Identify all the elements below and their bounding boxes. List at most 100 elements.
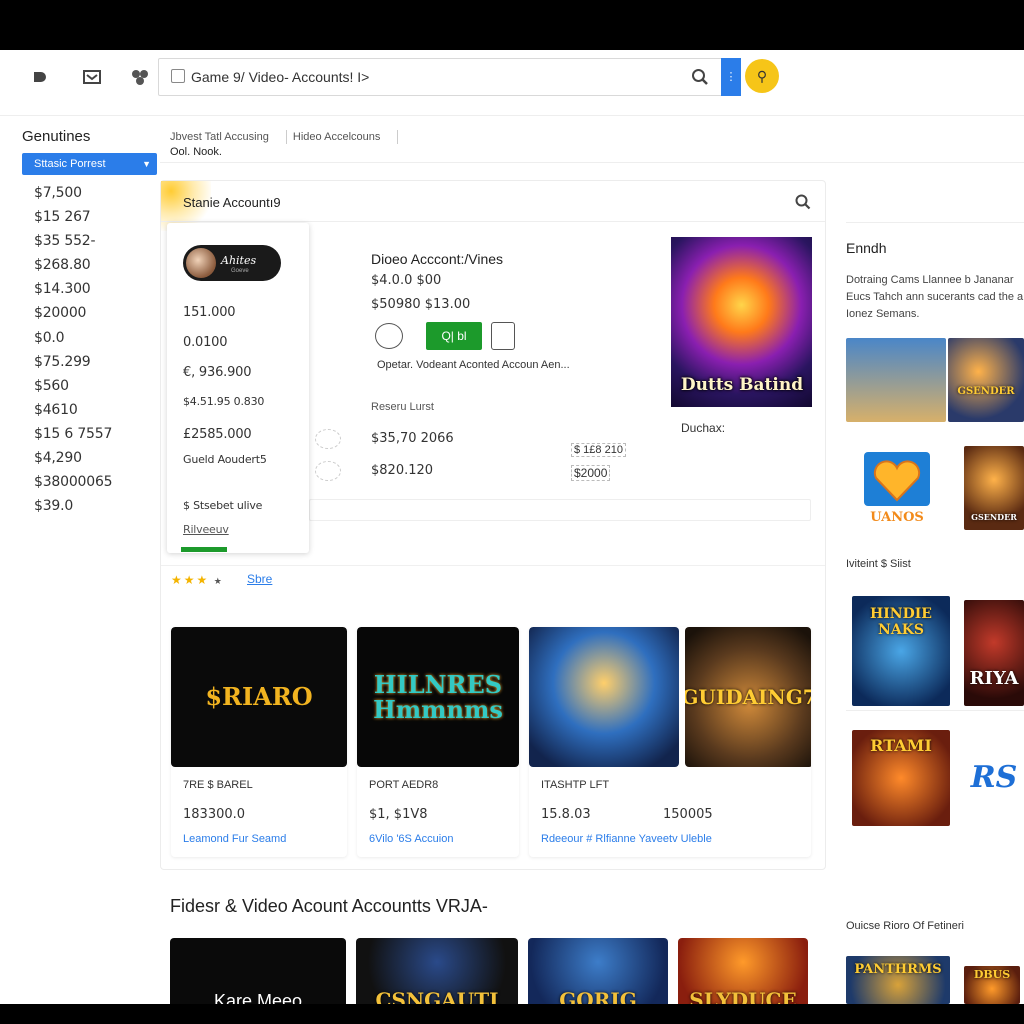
sidebar-price-item[interactable]: $15 6 7557 <box>34 422 162 446</box>
rail-thumbnail-title: GSENDER <box>971 512 1017 522</box>
panel-search-icon[interactable] <box>795 194 811 210</box>
hero-caption: Dutts Batind <box>680 375 804 395</box>
rating-stars: ★★★ ★ <box>171 573 224 587</box>
sidebar-price-item[interactable]: $75.299 <box>34 350 162 374</box>
sidebar-title: Genutines <box>22 128 91 145</box>
detail-value: $820.120 <box>371 463 434 478</box>
search-input[interactable] <box>191 63 691 91</box>
card-label: $ Stsebet ulive <box>183 499 263 512</box>
apps-icon[interactable] <box>130 68 150 88</box>
game-card-title: Kare Meeo <box>213 991 303 1004</box>
game-thumbnail <box>529 627 679 767</box>
sidebar-price-item[interactable]: $0.0 <box>34 326 162 350</box>
menu-icon[interactable]: ⋮ <box>721 58 741 96</box>
card-value: 0.0100 <box>183 335 228 350</box>
account-card[interactable]: Ahites Goeve 151.000 0.0100 €, 936.900 $… <box>167 223 309 553</box>
rail-thumbnail-title: RS <box>970 760 1018 795</box>
card-link[interactable]: Rilveeuv <box>183 523 229 536</box>
rail-description-line: Eucs Tahch ann sucerants cad the a <box>846 291 1024 303</box>
rail-thumbnail[interactable]: UANOS <box>860 450 934 530</box>
sidebar-price-item[interactable]: $39.0 <box>34 494 162 518</box>
rail-thumbnail-title: HINDIE NAKS <box>870 606 932 638</box>
search-bar[interactable]: ⋮ <box>158 58 741 96</box>
sidebar-price-item[interactable]: $4,290 <box>34 446 162 470</box>
game-card[interactable]: HILNRES Hmmnms PORT AEDR8 $1, $1V8 6Vilo… <box>357 627 519 857</box>
rail-thumbnail[interactable]: RS <box>964 750 1024 814</box>
search-icon[interactable] <box>691 68 709 86</box>
game-thumbnail-title: GUIDAING7 <box>685 684 811 709</box>
game-card-title: GORIG <box>559 988 637 1004</box>
detail-title: Dioeo Acccont:/Vines <box>371 251 504 267</box>
game-link[interactable]: Leamond Fur Seamd <box>183 833 286 845</box>
rail-thumbnail[interactable]: DBUS <box>964 966 1020 1004</box>
game-thumbnail: $RIARO <box>171 627 347 767</box>
detail-side-label: Duchax: <box>681 421 726 435</box>
game-card[interactable]: Kare Meeo <box>170 938 346 1004</box>
buy-button[interactable]: Q| bl <box>426 322 482 350</box>
toolbar: ⋮ ⚲ <box>0 50 1024 116</box>
rail-thumbnail[interactable]: HINDIE NAKS <box>852 596 950 706</box>
sidebar-price-item[interactable]: $14.300 <box>34 277 162 301</box>
mail-icon[interactable] <box>82 68 102 88</box>
sidebar-price-item[interactable]: $560 <box>34 374 162 398</box>
rating-link[interactable]: Sbre <box>247 572 272 586</box>
card-value: 151.000 <box>183 305 236 320</box>
game-card[interactable]: CSNGAUTI <box>356 938 518 1004</box>
game-card[interactable]: GUIDAING7 ITASHTP LFT 15.8.03 150005 Rde… <box>529 627 811 857</box>
rail-section-title: Ouicse Rioro Of Fetineri <box>846 920 964 932</box>
breadcrumb-subtitle: Ool. Nook. <box>170 146 222 158</box>
rail-description: Dotraing Cams Llannee b Jananar Eucs Tah… <box>846 272 1024 323</box>
bookmark-icon[interactable] <box>491 322 515 350</box>
sidebar-price-item[interactable]: $20000 <box>34 301 162 325</box>
rail-description-line: Dotraing Cams Llannee b Jananar <box>846 274 1014 286</box>
rail-thumbnail-title: GSENDER <box>957 386 1015 397</box>
sidebar-price-item[interactable]: $15 267 <box>34 205 162 229</box>
breadcrumb-item[interactable]: Jbvest Tatl Accusing <box>170 131 269 143</box>
game-price: 183300.0 <box>183 807 246 822</box>
game-card[interactable]: $RIARO 7RE $ BAREL 183300.0 Leamond Fur … <box>171 627 347 857</box>
rail-thumbnail-title: DBUS <box>973 968 1011 981</box>
breadcrumb-item[interactable]: Hideo Accelcouns <box>293 131 380 143</box>
game-thumbnail: GUIDAING7 <box>685 627 811 767</box>
game-name: 7RE $ BAREL <box>183 779 253 791</box>
rail-thumbnail[interactable]: GSENDER <box>948 338 1024 422</box>
card-value: €, 936.900 <box>183 365 252 380</box>
game-name: ITASHTP LFT <box>541 779 610 791</box>
sidebar-price-item[interactable]: $35 552- <box>34 229 162 253</box>
sidebar-price-item[interactable]: $38000065 <box>34 470 162 494</box>
sidebar-price-item[interactable]: $7,500 <box>34 181 162 205</box>
summary-bar <box>309 499 811 521</box>
rail-thumbnail[interactable]: RTAMI <box>852 730 950 826</box>
game-price: $1, $1V8 <box>369 807 428 822</box>
game-card-title: CSNGAUTI <box>375 988 499 1004</box>
game-link[interactable]: Rdeeour # Rlfianne Yaveetv Uleble <box>541 833 712 845</box>
window-icon <box>171 69 185 83</box>
detail-list-label: Reseru Lurst <box>371 401 434 413</box>
rail-section-title: Iviteint $ Siist <box>846 558 911 570</box>
rail-thumbnail-title: RIYA <box>969 668 1019 689</box>
sidebar-price-item[interactable]: $268.80 <box>34 253 162 277</box>
card-value: £2585.000 <box>183 427 252 442</box>
game-link[interactable]: 6Vilo '6S Accuion <box>369 833 453 845</box>
thumbnail-icon <box>315 461 341 481</box>
sidebar-toggle-icon[interactable] <box>30 68 50 88</box>
game-card[interactable]: GORIG <box>528 938 668 1004</box>
sidebar-price-item[interactable]: $4610 <box>34 398 162 422</box>
sidebar-filter-dropdown[interactable]: Sttasic Porrest ▼ <box>22 153 157 175</box>
rail-thumbnail[interactable]: GSENDER <box>964 446 1024 530</box>
detail-value: $2000 <box>571 465 611 481</box>
game-card[interactable]: SLYDUCE <box>678 938 808 1004</box>
sidebar: Genutines Sttasic Porrest ▼ $7,500 $15 26… <box>22 128 162 518</box>
key-icon[interactable]: ⚲ <box>745 59 779 93</box>
rail-thumbnail[interactable]: PANTHRMS <box>846 956 950 1004</box>
section-title: Fidesr & Video Acount Accountts VRJA- <box>170 896 488 916</box>
game-price: 15.8.03 <box>541 807 591 822</box>
hero-game-image[interactable]: Dutts Batind <box>671 237 812 407</box>
rail-thumbnail[interactable]: RIYA <box>964 600 1024 706</box>
rail-thumbnail[interactable] <box>846 338 946 422</box>
game-thumbnail-title: $RIARO <box>205 682 313 712</box>
right-rail: Enndh Dotraing Cams Llannee b Jananar Eu… <box>846 180 1024 1004</box>
page: ⋮ ⚲ Genutines Sttasic Porrest ▼ $7,500$1… <box>0 50 1024 1004</box>
avatar <box>186 248 216 278</box>
chat-icon[interactable] <box>375 323 403 349</box>
